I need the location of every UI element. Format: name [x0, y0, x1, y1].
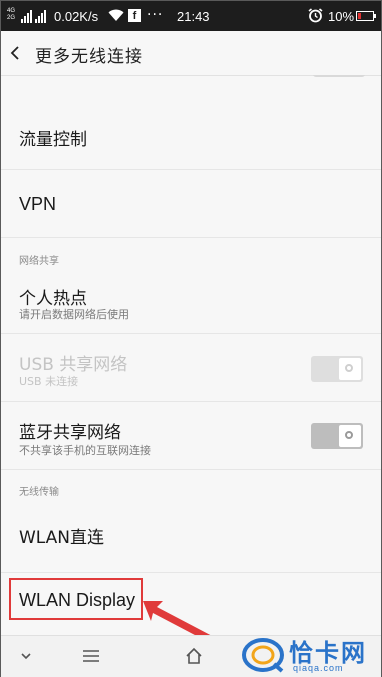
list-item-traffic-control[interactable]: 流量控制 — [1, 75, 381, 170]
status-bar: 4G 2G 0.02K/s f ··· 21:43 10% — [1, 1, 381, 31]
menu-icon[interactable] — [82, 646, 100, 666]
row-title: 蓝牙共享网络 — [19, 423, 121, 443]
network-type-4g: 4G — [7, 8, 16, 14]
alarm-icon — [308, 8, 323, 23]
row-title: VPN — [19, 194, 57, 214]
row-subtitle: USB 未连接 — [19, 375, 79, 388]
signal-icon: 4G 2G — [7, 7, 47, 25]
section-header-wireless-transfer: 无线传输 — [19, 487, 59, 498]
list-item-bluetooth-tethering[interactable]: 蓝牙共享网络 不共享该手机的互联网连接 — [1, 402, 381, 470]
section-header-network-sharing: 网络共享 — [19, 256, 59, 267]
network-type-2g: 2G — [7, 15, 16, 21]
list-item-usb-tethering: USB 共享网络 USB 未连接 — [1, 334, 381, 402]
row-subtitle: 请开启数据网络后使用 — [19, 308, 129, 321]
row-title: WLAN直连 — [19, 528, 105, 548]
bluetooth-tethering-toggle[interactable] — [311, 423, 363, 449]
highlight-box — [9, 578, 143, 620]
row-title: 流量控制 — [19, 130, 87, 150]
battery-icon — [356, 11, 376, 21]
row-subtitle: 不共享该手机的互联网连接 — [19, 444, 151, 457]
battery-percent: 10% — [328, 9, 355, 24]
chevron-down-icon[interactable] — [19, 646, 33, 666]
network-speed: 0.02K/s — [54, 9, 99, 24]
page-title: 更多无线连接 — [35, 47, 143, 67]
usb-tethering-toggle — [311, 356, 363, 382]
header: 更多无线连接 — [1, 31, 381, 76]
row-title: USB 共享网络 — [19, 355, 128, 375]
back-button[interactable] — [9, 39, 31, 67]
home-icon[interactable] — [185, 646, 203, 666]
phone-screen: 4G 2G 0.02K/s f ··· 21:43 10% 更多无线连接 流量控… — [0, 0, 382, 677]
clock: 21:43 — [177, 9, 210, 24]
list-item-wlan-direct[interactable]: WLAN直连 — [1, 501, 381, 573]
settings-list: 流量控制 VPN 网络共享 个人热点 请开启数据网络后使用 USB 共享网络 U… — [1, 75, 381, 635]
more-notifications-icon: ··· — [147, 7, 164, 23]
facebook-icon: f — [128, 9, 141, 22]
wifi-icon — [108, 9, 124, 21]
list-item-hotspot[interactable]: 个人热点 请开启数据网络后使用 — [1, 270, 381, 334]
chevron-left-icon — [10, 46, 19, 60]
watermark-url: qiaqa.com — [293, 663, 344, 673]
watermark-logo-icon — [242, 638, 284, 673]
list-item-vpn[interactable]: VPN — [1, 170, 381, 238]
watermark: 恰卡网 qiaqa.com — [241, 631, 381, 677]
